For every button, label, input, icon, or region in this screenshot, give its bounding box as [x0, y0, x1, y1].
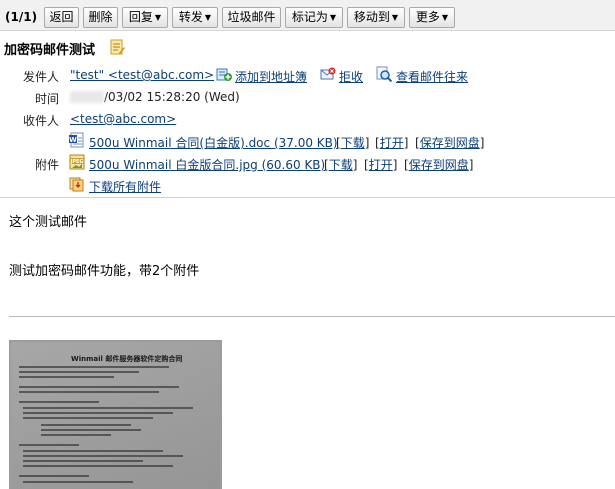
- back-button[interactable]: 返回: [44, 7, 79, 28]
- download-all-link[interactable]: 下载所有附件: [89, 178, 161, 195]
- search-icon: [376, 66, 392, 82]
- body-line-1: 这个测试邮件: [9, 215, 88, 230]
- forward-button[interactable]: 转发 ▼: [172, 7, 218, 28]
- time-value-text: /03/02 15:28:20 (Wed): [104, 90, 240, 104]
- reply-button[interactable]: 回复 ▼: [122, 7, 168, 28]
- view-correspondence-link[interactable]: 查看邮件往来: [396, 68, 468, 85]
- scan-text-line: [19, 444, 79, 446]
- attachment-2-download[interactable]: [下载]: [324, 156, 357, 173]
- scan-text-line: [23, 417, 153, 419]
- note-icon[interactable]: [109, 39, 125, 55]
- scan-text-line: [19, 386, 179, 388]
- attachment-1-download-label: 下载: [340, 136, 365, 150]
- chevron-down-icon: ▼: [329, 13, 337, 22]
- to-address-link[interactable]: <test@abc.com>: [70, 112, 176, 126]
- more-button-label: 更多: [415, 10, 440, 24]
- embedded-contract-image[interactable]: Winmail 邮件服务器软件定购合同: [9, 340, 222, 489]
- more-button[interactable]: 更多 ▼: [409, 7, 455, 28]
- from-address-link[interactable]: "test" <test@abc.com>: [70, 68, 214, 82]
- chevron-down-icon: ▼: [154, 13, 162, 22]
- toolbar: (1/1) 返回 删除 回复 ▼ 转发 ▼ 垃圾邮件 标记为 ▼ 移动到 ▼ 更多 ▼: [0, 0, 615, 31]
- attachments-label: 附件: [35, 158, 60, 172]
- contract-image-title: Winmail 邮件服务器软件定购合同: [71, 355, 183, 363]
- time-value: /03/02 15:28:20 (Wed): [70, 90, 240, 104]
- attachment-2-link[interactable]: 500u Winmail 白金版合同.jpg (60.60 KB): [89, 156, 325, 173]
- from-label: 发件人: [23, 70, 60, 84]
- scanned-page: Winmail 邮件服务器软件定购合同: [11, 342, 220, 489]
- message-counter: (1/1): [5, 10, 38, 24]
- reject-icon: [320, 67, 336, 80]
- scan-text-line: [23, 407, 193, 409]
- delete-button-label: 删除: [88, 10, 113, 24]
- scan-text-line: [41, 424, 131, 426]
- back-button-label: 返回: [49, 10, 74, 24]
- reject-link[interactable]: 拒收: [339, 68, 363, 85]
- word-doc-icon: W: [69, 132, 84, 148]
- attachment-2-save-label: 保存到网盘: [408, 158, 469, 172]
- scan-text-line: [23, 481, 133, 483]
- spam-button-label: 垃圾邮件: [227, 10, 276, 24]
- attachment-1-open-label: 打开: [379, 136, 404, 150]
- body-divider: [9, 316, 615, 317]
- scan-text-line: [19, 475, 89, 477]
- jpeg-icon: JPEG: [69, 154, 85, 170]
- reply-button-label: 回复: [128, 10, 153, 24]
- scan-text-line: [23, 450, 163, 452]
- time-label: 时间: [35, 92, 60, 106]
- mark-as-button[interactable]: 标记为 ▼: [285, 7, 343, 28]
- attachment-1-save-to-disk[interactable]: [保存到网盘]: [415, 134, 484, 151]
- svg-text:JPEG: JPEG: [69, 159, 83, 165]
- to-label: 收件人: [23, 114, 60, 128]
- svg-text:W: W: [69, 136, 77, 144]
- attachment-2-open[interactable]: [打开]: [364, 156, 397, 173]
- body-line-2: 测试加密码邮件功能，带2个附件: [9, 264, 200, 279]
- scan-text-line: [23, 460, 143, 462]
- scan-text-line: [23, 455, 183, 457]
- attachment-1-link[interactable]: 500u Winmail 合同(白金版).doc (37.00 KB): [89, 134, 338, 151]
- mark-as-button-label: 标记为: [291, 10, 328, 24]
- header-separator: [0, 197, 615, 198]
- scan-text-line: [19, 366, 169, 368]
- add-contact-icon: [216, 68, 232, 81]
- scan-text-line: [19, 376, 114, 378]
- scan-text-line: [41, 429, 141, 431]
- scan-text-line: [23, 412, 173, 414]
- add-to-addressbook-link[interactable]: 添加到地址簿: [235, 68, 307, 85]
- attachment-2-download-label: 下载: [328, 158, 353, 172]
- scan-text-line: [41, 434, 111, 436]
- mail-subject: 加密码邮件测试: [4, 43, 96, 58]
- attachment-1-save-label: 保存到网盘: [419, 136, 480, 150]
- scan-text-line: [23, 465, 173, 467]
- forward-button-label: 转发: [178, 10, 203, 24]
- chevron-down-icon: ▼: [204, 13, 212, 22]
- spam-button[interactable]: 垃圾邮件: [222, 7, 281, 28]
- download-all-icon: [69, 177, 84, 192]
- chevron-down-icon: ▼: [441, 13, 449, 22]
- attachment-1-open[interactable]: [打开]: [375, 134, 408, 151]
- scan-text-line: [19, 401, 99, 403]
- redacted-year: [70, 91, 104, 103]
- scan-text-line: [19, 371, 139, 373]
- delete-button[interactable]: 删除: [83, 7, 118, 28]
- attachment-2-open-label: 打开: [368, 158, 393, 172]
- move-to-button[interactable]: 移动到 ▼: [347, 7, 405, 28]
- move-to-button-label: 移动到: [353, 10, 390, 24]
- attachment-1-download[interactable]: [下载]: [336, 134, 369, 151]
- chevron-down-icon: ▼: [391, 13, 399, 22]
- scan-text-line: [19, 391, 159, 393]
- attachment-2-save-to-disk[interactable]: [保存到网盘]: [404, 156, 473, 173]
